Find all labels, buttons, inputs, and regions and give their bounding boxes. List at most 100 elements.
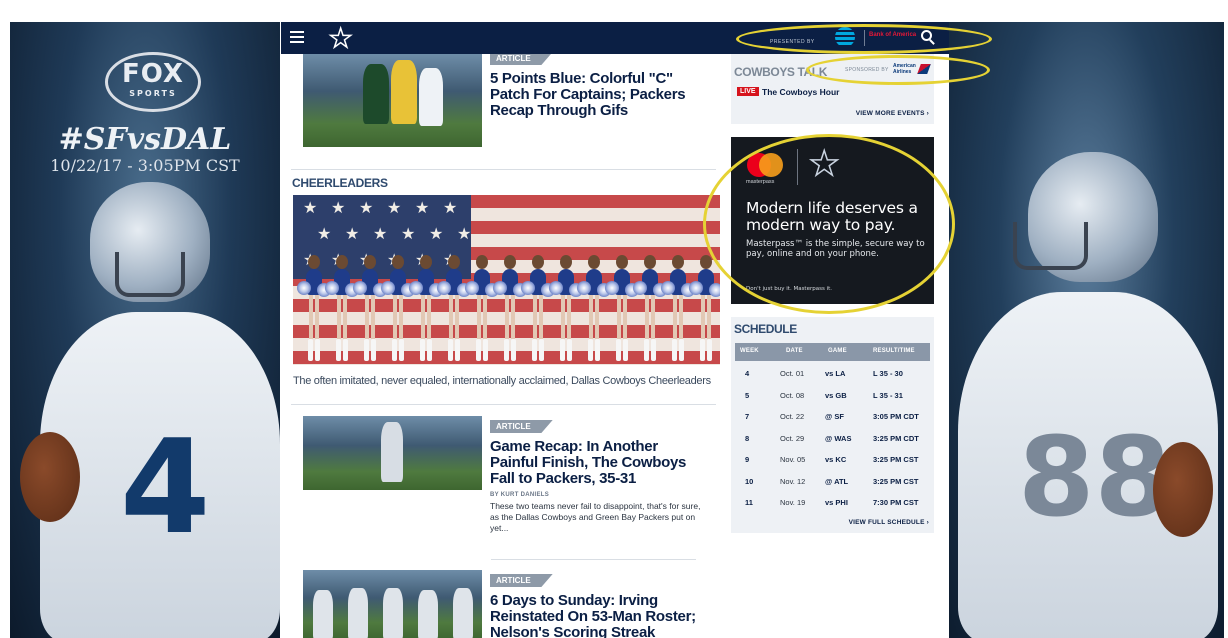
story-card[interactable]: ARTICLE Game Recap: In Another Painful F…: [281, 416, 716, 556]
schedule-cell-game: @ WAS: [825, 433, 852, 443]
flag-star-icon: ★: [415, 200, 430, 217]
cheerleader-figure: [409, 255, 443, 365]
cheerleader-figure: [381, 255, 415, 365]
cowboys-talk-widget: COWBOYS TALK SPONSORED BY American Airli…: [731, 54, 934, 124]
schedule-cell-result: 7:30 PM CST: [873, 498, 919, 507]
schedule-cell-game: vs GB: [825, 390, 847, 400]
divider: [291, 404, 716, 405]
schedule-cell-result: 3:25 PM CST: [873, 476, 919, 486]
schedule-cell-game: @ SF: [825, 412, 844, 421]
att-logo-icon[interactable]: [835, 27, 855, 47]
fox-logo-sub: SPORTS: [129, 89, 177, 98]
story-image[interactable]: [303, 54, 482, 147]
cheerleader-figure: [465, 255, 499, 365]
story-teaser: These two teams never fail to disappoint…: [490, 501, 701, 533]
story-card[interactable]: ARTICLE 6 Days to Sunday: Irving Reinsta…: [281, 570, 716, 638]
schedule-widget: SCHEDULE WEEK DATE GAME RESULT/TIME 4 Oct…: [731, 317, 934, 533]
cheerleader-figure: [689, 255, 720, 365]
flag-star-icon: ★: [331, 200, 346, 217]
top-nav-bar: ★ PRESENTED BY Bank of America: [281, 22, 949, 54]
masterpass-ad[interactable]: masterpass ★ Modern life deserves a mode…: [731, 137, 934, 304]
view-more-events-link[interactable]: VIEW MORE EVENTS ›: [856, 110, 929, 117]
flag-star-icon: ★: [359, 200, 374, 217]
cheerleader-figure: [437, 255, 471, 365]
player-left-figure: 4: [20, 182, 280, 638]
col-game: GAME: [828, 348, 847, 354]
live-show-link[interactable]: The Cowboys Hour: [762, 87, 839, 97]
left-skin-ad[interactable]: FOX SPORTS #SFvsDAL 10/22/17 - 3:05PM CS…: [10, 22, 280, 638]
jersey-number: 88: [1018, 413, 1172, 541]
view-full-schedule-link[interactable]: VIEW FULL SCHEDULE ›: [849, 519, 929, 526]
col-date: DATE: [786, 348, 803, 354]
cheerleader-figure: [633, 255, 667, 365]
page: FOX SPORTS #SFvsDAL 10/22/17 - 3:05PM CS…: [0, 0, 1228, 638]
cheerleaders-image[interactable]: ★★★★★★★★★★★★★★★★★★: [293, 195, 720, 365]
matchup-hashtag: #SFvsDAL: [58, 122, 232, 157]
cheerleader-figure: [605, 255, 639, 365]
cowboys-star-logo-icon[interactable]: ★: [328, 24, 353, 52]
divider: [291, 169, 716, 170]
bank-of-america-logo[interactable]: Bank of America: [869, 32, 916, 38]
schedule-cell-date: Oct. 01: [780, 369, 805, 378]
flag-star-icon: ★: [345, 226, 360, 243]
schedule-row[interactable]: 9 Nov. 05 vs KC 3:25 PM CST: [735, 449, 930, 470]
flag-star-icon: ★: [317, 226, 332, 243]
story-card[interactable]: ARTICLE 5 Points Blue: Colorful "C" Patc…: [281, 54, 716, 154]
col-week: WEEK: [740, 348, 759, 354]
search-icon[interactable]: [921, 30, 937, 46]
american-airlines-logo[interactable]: American Airlines: [893, 63, 919, 75]
cowboys-star-icon: ★: [808, 145, 840, 183]
schedule-cell-date: Oct. 29: [780, 433, 805, 443]
football: [20, 432, 80, 522]
flag-star-icon: ★: [401, 226, 416, 243]
sponsor-divider: [864, 30, 865, 46]
story-headline[interactable]: Game Recap: In Another Painful Finish, T…: [490, 439, 705, 487]
schedule-cell-result: L 35 - 31: [873, 390, 903, 400]
cheerleader-figure: [549, 255, 583, 365]
hamburger-menu-icon[interactable]: [290, 31, 304, 43]
schedule-row[interactable]: 11 Nov. 19 vs PHI 7:30 PM CST: [735, 492, 930, 513]
schedule-cell-week: 8: [745, 433, 750, 443]
divider: [491, 559, 696, 560]
player-facemask: [115, 252, 185, 297]
main-column: ARTICLE 5 Points Blue: Colorful "C" Patc…: [281, 54, 720, 638]
schedule-cell-game: vs LA: [825, 369, 846, 378]
ad-body: Masterpass™ is the simple, secure way to…: [746, 239, 925, 259]
cheerleader-figure: [661, 255, 695, 365]
schedule-cell-date: Nov. 19: [780, 498, 806, 507]
schedule-row[interactable]: 7 Oct. 22 @ SF 3:05 PM CDT: [735, 406, 930, 427]
right-sidebar: COWBOYS TALK SPONSORED BY American Airli…: [731, 54, 934, 638]
cheerleaders-section-title[interactable]: CHEERLEADERS: [292, 176, 388, 190]
schedule-title[interactable]: SCHEDULE: [734, 322, 797, 336]
schedule-row[interactable]: 10 Nov. 12 @ ATL 3:25 PM CST: [735, 471, 930, 492]
col-result: RESULT/TIME: [873, 348, 915, 354]
ad-divider: [797, 149, 798, 185]
story-text: ARTICLE 6 Days to Sunday: Irving Reinsta…: [490, 570, 705, 638]
content-area: ARTICLE 5 Points Blue: Colorful "C" Patc…: [281, 54, 949, 638]
schedule-row[interactable]: 8 Oct. 29 @ WAS 3:25 PM CDT: [735, 428, 930, 449]
story-text: ARTICLE 5 Points Blue: Colorful "C" Patc…: [490, 54, 700, 119]
story-image[interactable]: [303, 416, 482, 490]
schedule-cell-week: 9: [745, 455, 750, 464]
story-headline[interactable]: 5 Points Blue: Colorful "C" Patch For Ca…: [490, 71, 700, 119]
right-skin-ad[interactable]: 88: [948, 22, 1224, 638]
schedule-cell-game: vs KC: [825, 455, 847, 464]
cowboys-talk-title[interactable]: COWBOYS TALK: [734, 65, 827, 79]
schedule-cell-date: Oct. 08: [780, 390, 805, 400]
football: [1153, 442, 1213, 537]
presented-by-label: PRESENTED BY: [770, 39, 815, 45]
cheerleader-figure: [297, 255, 331, 365]
schedule-row[interactable]: 5 Oct. 08 vs GB L 35 - 31: [735, 385, 930, 406]
story-headline[interactable]: 6 Days to Sunday: Irving Reinstated On 5…: [490, 593, 705, 638]
schedule-cell-result: L 35 - 30: [873, 369, 903, 378]
american-airlines-mark-icon: [917, 64, 931, 74]
cheerleader-figure: [577, 255, 611, 365]
schedule-cell-week: 10: [745, 476, 754, 486]
schedule-cell-game: vs PHI: [825, 498, 848, 507]
schedule-row[interactable]: 4 Oct. 01 vs LA L 35 - 30: [735, 363, 930, 384]
game-date: 10/22/17 - 3:05PM CST: [50, 156, 240, 175]
story-image[interactable]: [303, 570, 482, 638]
sponsored-by-label: SPONSORED BY: [845, 67, 889, 73]
flag-star-icon: ★: [457, 226, 472, 243]
cheerleaders-caption: The often imitated, never equaled, inter…: [293, 375, 711, 387]
